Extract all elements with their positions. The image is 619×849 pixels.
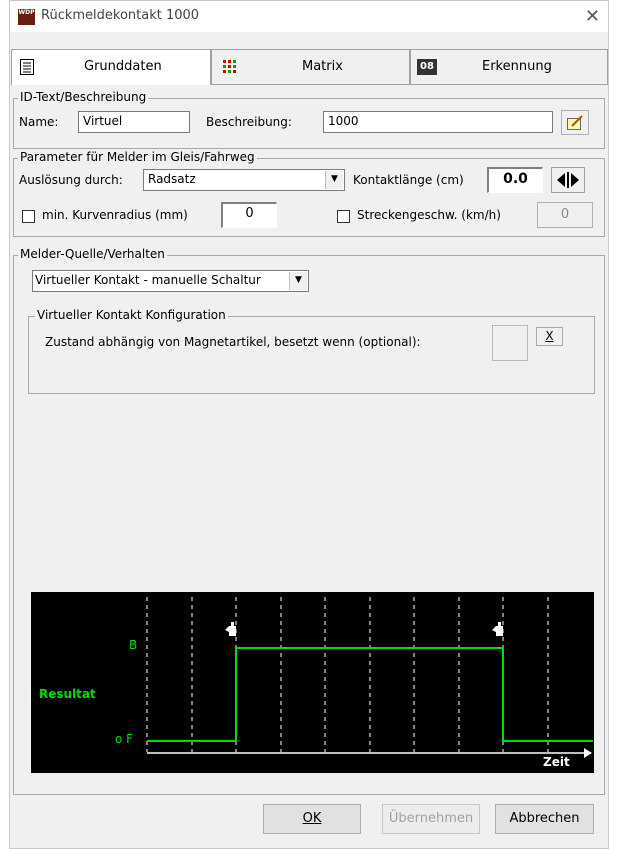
digital-icon: 08 [417,59,437,75]
name-label: Name: [19,115,59,129]
min-radius-label: min. Kurvenradius (mm) [42,208,188,222]
ok-button[interactable]: OK [263,804,361,834]
edit-icon [567,115,583,130]
close-icon[interactable]: ✕ [585,6,600,27]
description-field[interactable]: 1000 [323,111,553,133]
id-text-group-title: ID-Text/Beschreibung [18,90,149,104]
contact-length-spinner[interactable] [551,167,585,193]
track-speed-label: Streckengeschw. (km/h) [357,208,501,222]
edit-description-button[interactable] [561,110,589,135]
trigger-select-value: Radsatz [148,172,196,186]
app-icon: WDP [18,9,35,25]
tab-erkennung-label: Erkennung [482,59,552,74]
parameter-group: Parameter für Melder im Gleis/Fahrweg Au… [13,150,605,237]
cancel-button[interactable]: Abbrechen [495,804,594,834]
source-group-title: Melder-Quelle/Verhalten [18,247,167,261]
track-speed-checkbox[interactable] [337,210,350,223]
description-label: Beschreibung: [206,115,292,129]
left-right-arrows-icon [557,172,579,188]
tab-grunddaten[interactable]: Grunddaten [11,49,211,85]
chevron-down-icon: ▼ [289,272,307,290]
id-text-group: ID-Text/Beschreibung Name: Virtuel Besch… [13,90,605,149]
chevron-down-icon: ▼ [325,171,343,189]
time-axis-label: Zeit [543,755,570,769]
contact-length-field[interactable]: 0.0 [487,167,543,193]
parameter-group-title: Parameter für Melder im Gleis/Fahrweg [18,150,257,164]
contact-length-label: Kontaktlänge (cm) [353,173,464,187]
tab-matrix-label: Matrix [302,59,343,74]
virtual-contact-config-group: Virtueller Kontakt Konfiguration Zustand… [28,308,595,394]
state-dependency-label: Zustand abhängig von Magnetartikel, bese… [45,335,421,349]
level-b-label: B [129,638,138,652]
dialog-window: WDP Rückmeldekontakt 1000 ✕ Grunddaten M… [9,0,609,849]
clear-magnet-article-button[interactable]: X [536,327,563,346]
trigger-select[interactable]: Radsatz ▼ [143,169,345,191]
source-select-value: Virtueller Kontakt - manuelle Schaltur [35,273,261,287]
min-radius-field[interactable]: 0 [221,202,277,228]
magnet-article-field[interactable] [492,325,528,361]
signal-diagram: B o F Resultat Zeit [31,592,594,773]
result-label: Resultat [39,687,96,701]
level-f-label: o F [115,732,134,746]
trigger-label: Auslösung durch: [19,173,123,187]
track-speed-field[interactable]: 0 [537,202,593,228]
tab-erkennung[interactable]: 08 Erkennung [410,49,608,85]
list-icon [20,59,34,75]
min-radius-checkbox[interactable] [22,210,35,223]
name-field[interactable]: Virtuel [78,111,190,133]
tab-grunddaten-label: Grunddaten [84,59,162,74]
virtual-contact-config-title: Virtueller Kontakt Konfiguration [35,308,228,322]
apply-button[interactable]: Übernehmen [382,804,480,834]
tab-matrix[interactable]: Matrix [211,49,410,85]
window-title: Rückmeldekontakt 1000 [41,8,200,23]
matrix-icon [223,60,236,73]
source-group: Melder-Quelle/Verhalten Virtueller Konta… [13,247,605,795]
title-bar: WDP Rückmeldekontakt 1000 ✕ [10,1,608,32]
source-select[interactable]: Virtueller Kontakt - manuelle Schaltur ▼ [32,270,309,292]
